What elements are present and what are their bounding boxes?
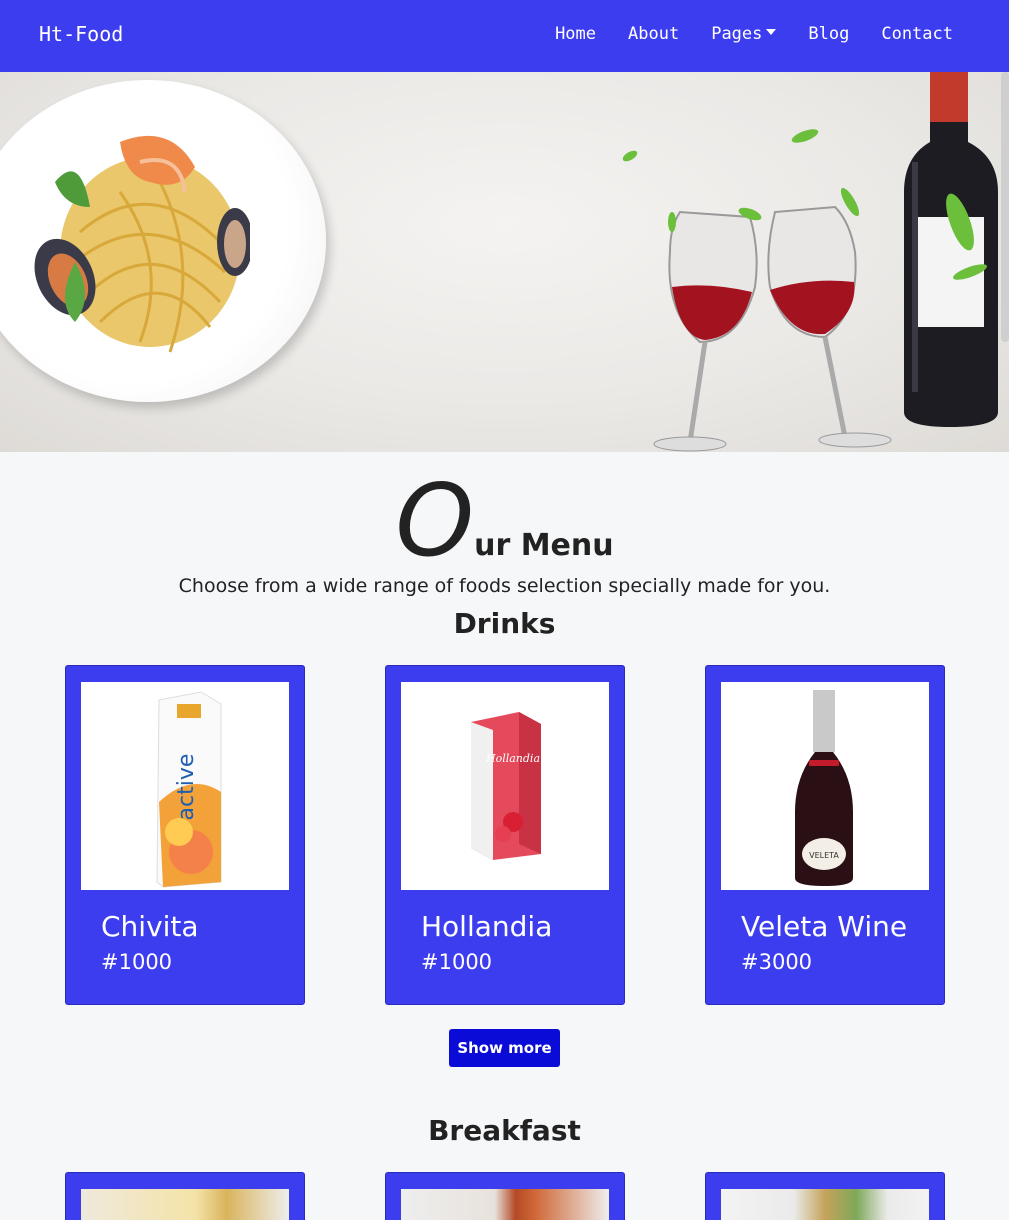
- nav-about[interactable]: About: [628, 24, 679, 44]
- menu-subtitle: Choose from a wide range of foods select…: [178, 575, 831, 597]
- nav-contact-label: Contact: [881, 24, 953, 44]
- card-name: Hollandia: [421, 910, 553, 943]
- wine-bottle-image: [904, 72, 998, 427]
- hero-banner: [0, 72, 1009, 452]
- drink-card-veleta-wine[interactable]: VELETA Veleta Wine #3000: [705, 665, 945, 1005]
- drink-card-hollandia[interactable]: Hollandia Hollandia #1000: [385, 665, 625, 1005]
- hollandia-image: Hollandia: [401, 682, 609, 890]
- nav-contact[interactable]: Contact: [881, 24, 953, 44]
- caret-down-icon: [766, 29, 777, 35]
- nav-pages-label: Pages: [711, 24, 763, 44]
- breakfast-card[interactable]: [65, 1172, 305, 1220]
- drinks-heading: Drinks: [453, 607, 556, 640]
- nav-about-label: About: [628, 24, 680, 44]
- drink-card-chivita[interactable]: active Chivita #1000: [65, 665, 305, 1005]
- wine-glasses-image: [622, 129, 892, 452]
- svg-text:Hollandia: Hollandia: [485, 752, 540, 765]
- nav-links: Home About Pages Blog Contact: [523, 24, 953, 44]
- brand-logo[interactable]: Ht-Food: [39, 22, 123, 46]
- page-scrollbar-thumb[interactable]: [1001, 72, 1009, 342]
- menu-title-rest: ur Menu: [474, 528, 614, 563]
- menu-title: Our Menu: [0, 462, 1009, 579]
- card-price: #1000: [101, 950, 173, 974]
- breakfast-image-2: [401, 1189, 609, 1220]
- breakfast-image-3: [721, 1189, 929, 1220]
- breakfast-image-1: [81, 1189, 289, 1220]
- breakfast-card[interactable]: [705, 1172, 945, 1220]
- svg-text:VELETA: VELETA: [809, 851, 839, 860]
- veleta-wine-image: VELETA: [721, 682, 929, 890]
- breakfast-card[interactable]: [385, 1172, 625, 1220]
- chivita-image: active: [81, 682, 289, 890]
- pasta-dish-image: [34, 135, 250, 353]
- navbar: Ht-Food Home About Pages Blog Contact: [0, 0, 1009, 72]
- nav-blog-label: Blog: [808, 24, 850, 44]
- svg-text:active: active: [174, 754, 199, 821]
- nav-blog[interactable]: Blog: [808, 24, 849, 44]
- nav-home[interactable]: Home: [555, 24, 596, 44]
- card-price: #1000: [421, 950, 493, 974]
- card-price: #3000: [741, 950, 813, 974]
- nav-pages-dropdown[interactable]: Pages: [711, 24, 777, 44]
- breakfast-heading: Breakfast: [428, 1114, 581, 1147]
- card-name: Veleta Wine: [741, 910, 908, 943]
- card-name: Chivita: [101, 910, 199, 943]
- menu-title-initial: O: [395, 462, 475, 579]
- show-more-button[interactable]: Show more: [449, 1029, 560, 1067]
- nav-home-label: Home: [555, 24, 597, 44]
